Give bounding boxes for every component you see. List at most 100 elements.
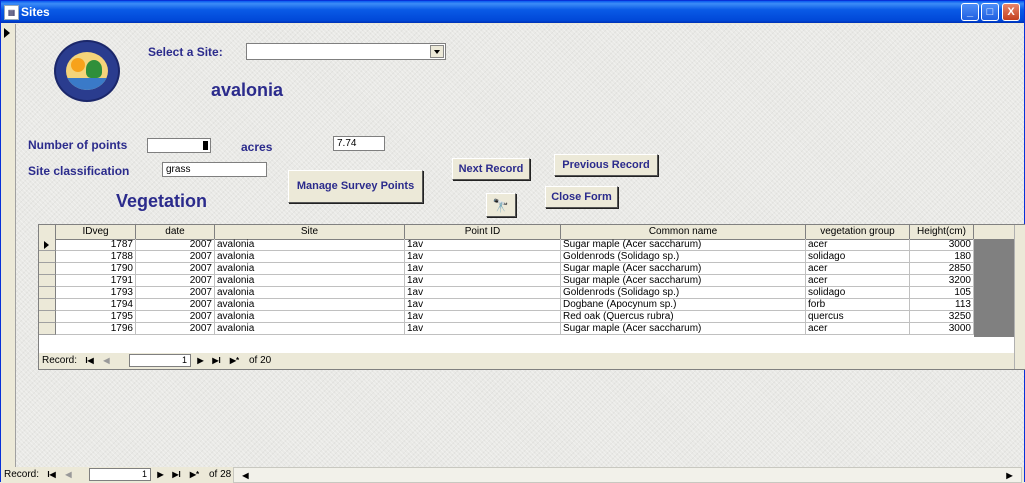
col-date[interactable]: date: [136, 225, 215, 239]
cell-height[interactable]: 180: [910, 251, 974, 263]
row-selector[interactable]: [39, 299, 56, 311]
table-row[interactable]: 1795 2007 avalonia 1av Red oak (Quercus …: [39, 311, 1025, 323]
cell-vegetation-group[interactable]: forb: [806, 299, 910, 311]
cell-site[interactable]: avalonia: [215, 275, 405, 287]
cell-idveg[interactable]: 1793: [56, 287, 136, 299]
previous-record-button[interactable]: Previous Record: [554, 154, 658, 176]
row-selector[interactable]: [39, 287, 56, 299]
prev-record-icon[interactable]: ◀: [99, 354, 114, 367]
cell-site[interactable]: avalonia: [215, 299, 405, 311]
cell-site[interactable]: avalonia: [215, 311, 405, 323]
cell-idveg[interactable]: 1788: [56, 251, 136, 263]
row-selector[interactable]: [39, 323, 56, 335]
acres-field[interactable]: 7.74: [333, 136, 385, 151]
cell-vegetation-group[interactable]: acer: [806, 275, 910, 287]
table-row[interactable]: 1791 2007 avalonia 1av Sugar maple (Acer…: [39, 275, 1025, 287]
cell-height[interactable]: 3000: [910, 239, 974, 251]
close-window-button[interactable]: X: [1002, 3, 1020, 21]
cell-point-id[interactable]: 1av: [405, 263, 561, 275]
cell-vegetation-group[interactable]: solidago: [806, 287, 910, 299]
cell-date[interactable]: 2007: [136, 287, 215, 299]
new-record-icon[interactable]: ▶*: [227, 354, 242, 367]
table-row[interactable]: 1796 2007 avalonia 1av Sugar maple (Acer…: [39, 323, 1025, 335]
scroll-left-icon[interactable]: ◀: [238, 469, 253, 482]
cell-point-id[interactable]: 1av: [405, 299, 561, 311]
table-row[interactable]: 1793 2007 avalonia 1av Goldenrods (Solid…: [39, 287, 1025, 299]
title-bar[interactable]: ▦ Sites _ □ X: [1, 1, 1024, 23]
cell-site[interactable]: avalonia: [215, 287, 405, 299]
cell-date[interactable]: 2007: [136, 311, 215, 323]
row-selector[interactable]: [39, 239, 56, 251]
cell-vegetation-group[interactable]: solidago: [806, 251, 910, 263]
first-record-icon[interactable]: I◀: [82, 354, 97, 367]
col-vegetation-group[interactable]: vegetation group: [806, 225, 910, 239]
classification-field[interactable]: grass: [162, 162, 267, 177]
cell-point-id[interactable]: 1av: [405, 323, 561, 335]
last-record-icon[interactable]: ▶I: [169, 468, 184, 481]
cell-common-name[interactable]: Dogbane (Apocynum sp.): [561, 299, 806, 311]
cell-idveg[interactable]: 1796: [56, 323, 136, 335]
table-row[interactable]: 1787 2007 avalonia 1av Sugar maple (Acer…: [39, 239, 1025, 251]
new-record-icon[interactable]: ▶*: [187, 468, 202, 481]
col-height[interactable]: Height(cm): [910, 225, 974, 239]
subform-current-record[interactable]: 1: [129, 354, 191, 367]
select-site-combo[interactable]: [246, 43, 446, 60]
close-form-button[interactable]: Close Form: [545, 186, 618, 208]
manage-survey-points-button[interactable]: Manage Survey Points: [288, 170, 423, 203]
next-record-icon[interactable]: ▶: [193, 354, 208, 367]
row-selector[interactable]: [39, 275, 56, 287]
col-site[interactable]: Site: [215, 225, 405, 239]
cell-date[interactable]: 2007: [136, 275, 215, 287]
main-horizontal-scrollbar[interactable]: ◀ ▶: [233, 467, 1022, 483]
next-record-button[interactable]: Next Record: [452, 158, 530, 180]
cell-height[interactable]: 113: [910, 299, 974, 311]
cell-site[interactable]: avalonia: [215, 263, 405, 275]
restore-button[interactable]: □: [981, 3, 999, 21]
cell-point-id[interactable]: 1av: [405, 275, 561, 287]
col-common-name[interactable]: Common name: [561, 225, 806, 239]
header-selector[interactable]: [39, 225, 56, 239]
cell-idveg[interactable]: 1790: [56, 263, 136, 275]
cell-vegetation-group[interactable]: acer: [806, 263, 910, 275]
scroll-right-icon[interactable]: ▶: [1002, 469, 1017, 482]
cell-vegetation-group[interactable]: acer: [806, 323, 910, 335]
cell-date[interactable]: 2007: [136, 263, 215, 275]
cell-idveg[interactable]: 1795: [56, 311, 136, 323]
cell-date[interactable]: 2007: [136, 323, 215, 335]
table-row[interactable]: 1794 2007 avalonia 1av Dogbane (Apocynum…: [39, 299, 1025, 311]
cell-common-name[interactable]: Sugar maple (Acer saccharum): [561, 275, 806, 287]
prev-record-icon[interactable]: ◀: [61, 468, 76, 481]
cell-height[interactable]: 3000: [910, 323, 974, 335]
cell-common-name[interactable]: Goldenrods (Solidago sp.): [561, 287, 806, 299]
cell-vegetation-group[interactable]: acer: [806, 239, 910, 251]
row-selector[interactable]: [39, 263, 56, 275]
next-record-icon[interactable]: ▶: [153, 468, 168, 481]
cell-height[interactable]: 2850: [910, 263, 974, 275]
cell-point-id[interactable]: 1av: [405, 311, 561, 323]
cell-site[interactable]: avalonia: [215, 239, 405, 251]
table-row[interactable]: 1790 2007 avalonia 1av Sugar maple (Acer…: [39, 263, 1025, 275]
cell-common-name[interactable]: Sugar maple (Acer saccharum): [561, 323, 806, 335]
cell-height[interactable]: 3250: [910, 311, 974, 323]
cell-point-id[interactable]: 1av: [405, 239, 561, 251]
cell-common-name[interactable]: Goldenrods (Solidago sp.): [561, 251, 806, 263]
cell-site[interactable]: avalonia: [215, 323, 405, 335]
cell-site[interactable]: avalonia: [215, 251, 405, 263]
cell-common-name[interactable]: Sugar maple (Acer saccharum): [561, 239, 806, 251]
record-selector-strip[interactable]: [1, 24, 16, 467]
cell-point-id[interactable]: 1av: [405, 251, 561, 263]
cell-point-id[interactable]: 1av: [405, 287, 561, 299]
cell-idveg[interactable]: 1787: [56, 239, 136, 251]
cell-height[interactable]: 105: [910, 287, 974, 299]
num-points-field[interactable]: [147, 138, 211, 153]
cell-date[interactable]: 2007: [136, 239, 215, 251]
last-record-icon[interactable]: ▶I: [209, 354, 224, 367]
cell-idveg[interactable]: 1791: [56, 275, 136, 287]
row-selector[interactable]: [39, 311, 56, 323]
cell-date[interactable]: 2007: [136, 251, 215, 263]
cell-height[interactable]: 3200: [910, 275, 974, 287]
cell-vegetation-group[interactable]: quercus: [806, 311, 910, 323]
cell-date[interactable]: 2007: [136, 299, 215, 311]
cell-common-name[interactable]: Red oak (Quercus rubra): [561, 311, 806, 323]
col-point-id[interactable]: Point ID: [405, 225, 561, 239]
